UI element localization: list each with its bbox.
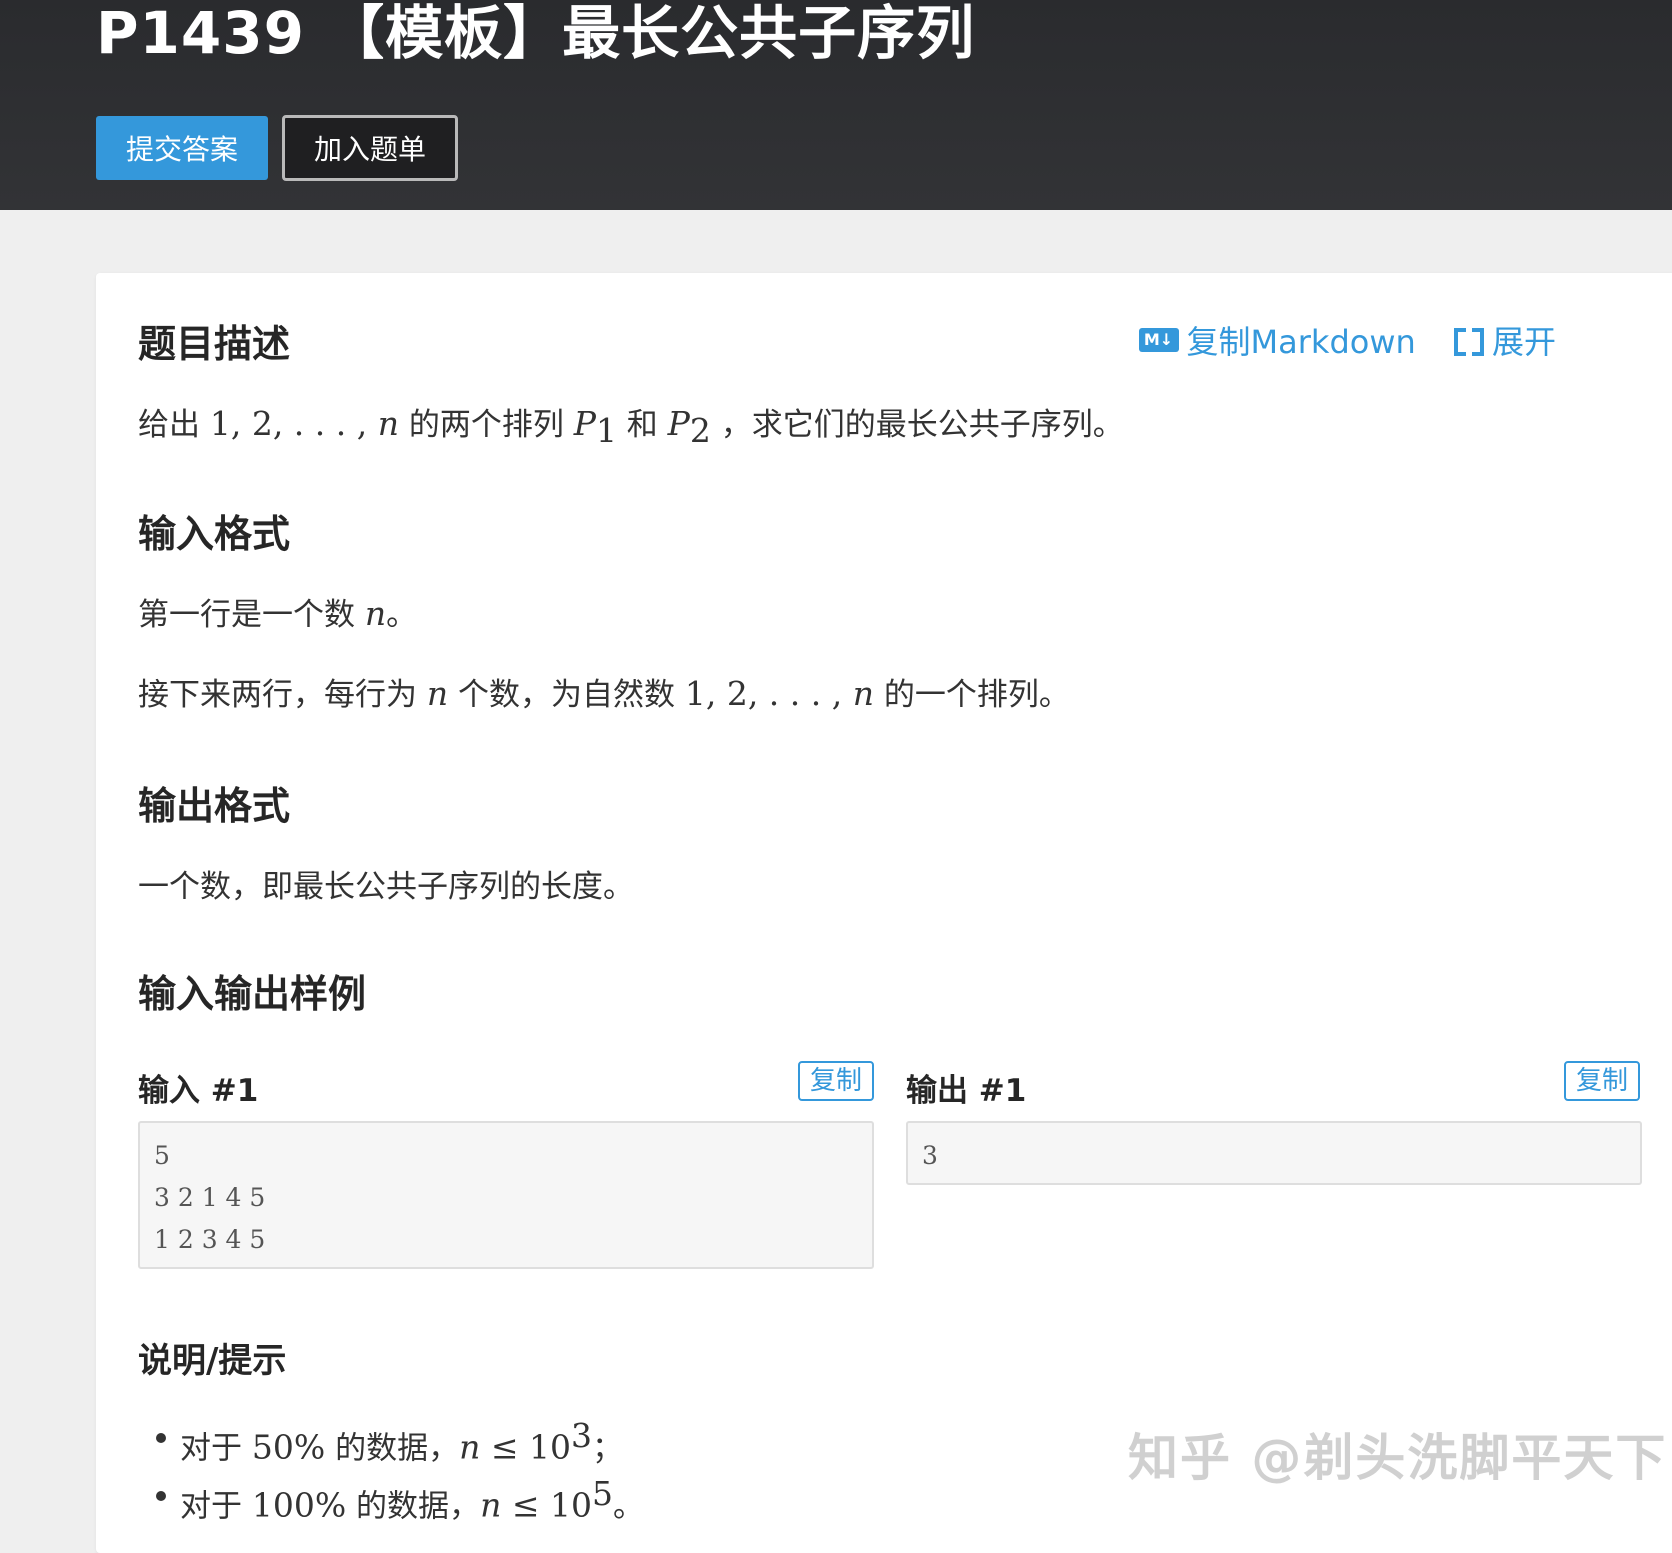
expand-icon [1453, 328, 1484, 356]
hint-1-var: n [459, 1427, 481, 1467]
copy-input-button[interactable]: 复制 [798, 1061, 875, 1101]
problem-header: P1439 【模板】最长公共子序列 提交答案 加入题单 [0, 0, 1672, 210]
hint-1-op: ≤ 10 [480, 1427, 571, 1467]
add-to-list-button[interactable]: 加入题单 [282, 115, 458, 181]
if-text-2b: 个数，为自然数 [448, 677, 685, 713]
problem-toolbar: M↓ 复制Markdown 展开 [1138, 317, 1556, 363]
hint-1-end: ； [591, 1430, 623, 1467]
output-format-heading: 输出格式 [138, 784, 291, 828]
hint-heading: 说明/提示 [138, 1341, 287, 1381]
if-text-2c: 的一个排列。 [873, 677, 1070, 713]
hint-2-end: 。 [612, 1488, 644, 1525]
sample-output-label: 输出 #1 [906, 1073, 1027, 1109]
submit-answer-button[interactable]: 提交答案 [96, 116, 268, 180]
expand-link[interactable]: 展开 [1426, 319, 1556, 361]
description-heading: 题目描述 [138, 322, 291, 366]
if-math-seq: 1, 2, . . . , [684, 674, 853, 713]
hint-2-var: n [480, 1485, 502, 1525]
problem-title: P1439 【模板】最长公共子序列 [96, 0, 976, 67]
markdown-icon: M↓ [1138, 328, 1179, 352]
copy-markdown-label: 复制Markdown [1186, 323, 1416, 361]
samples-heading: 输入输出样例 [138, 972, 367, 1016]
zhihu-watermark: 知乎 @剃头洗脚平天下 [1128, 1429, 1668, 1487]
if-text-1-end: 。 [386, 597, 418, 633]
hint-item-1: 对于 50% 的数据，n ≤ 103； [136, 1407, 644, 1467]
hint-2-pct: 100% [251, 1485, 347, 1525]
hint-list: 对于 50% 的数据，n ≤ 103； 对于 100% 的数据，n ≤ 105。 [136, 1407, 644, 1525]
hint-1-text-a: 对于 [180, 1430, 252, 1467]
desc-math-sub1: 1 [595, 411, 617, 451]
desc-text-2: 的两个排列 [399, 407, 574, 443]
output-format-text: 一个数，即最长公共子序列的长度。 [138, 869, 634, 905]
expand-label: 展开 [1491, 323, 1556, 361]
hint-1-exp: 3 [570, 1416, 592, 1455]
input-format-heading: 输入格式 [138, 512, 291, 556]
if-var-n-2: n [426, 674, 449, 713]
desc-math-p2: P [667, 404, 690, 443]
description-text: 给出 1, 2, . . . , n 的两个排列 P1 和 P2 ，求它们的最长… [138, 399, 1124, 450]
problem-card: M↓ 复制Markdown 展开 题目描述 给出 1, 2, . . . , n … [96, 273, 1672, 1553]
hint-1-text-b: 的数据， [325, 1430, 460, 1467]
if-text-1: 第一行是一个数 [138, 597, 365, 633]
desc-math-p1: P [573, 404, 596, 443]
hint-1-pct: 50% [251, 1427, 326, 1467]
hint-2-text-a: 对于 [180, 1488, 252, 1525]
desc-math-n: n [377, 404, 399, 443]
hint-2-text-b: 的数据， [346, 1488, 481, 1525]
hint-item-2: 对于 100% 的数据，n ≤ 105。 [136, 1465, 644, 1525]
sample-input-box[interactable]: 5 3 2 1 4 5 1 2 3 4 5 [138, 1121, 874, 1269]
input-format-line-2: 接下来两行，每行为 n 个数，为自然数 1, 2, . . . , n 的一个排… [138, 669, 1070, 714]
if-var-n: n [364, 594, 387, 633]
input-format-line-1: 第一行是一个数 n。 [138, 589, 417, 634]
sample-input-label: 输入 #1 [138, 1073, 259, 1109]
desc-text-4: ，求它们的最长公共子序列。 [710, 407, 1124, 443]
sample-output-box[interactable]: 3 [906, 1121, 1642, 1185]
desc-math-seq: 1, 2, . . . , [209, 404, 378, 443]
copy-markdown-link[interactable]: M↓ 复制Markdown [1138, 319, 1426, 361]
if-text-2a: 接下来两行，每行为 [138, 677, 427, 713]
hint-2-op: ≤ 10 [501, 1485, 592, 1525]
desc-text-3: 和 [616, 407, 668, 443]
if-var-n-3: n [852, 674, 874, 713]
hint-2-exp: 5 [591, 1474, 613, 1513]
desc-text-1: 给出 [138, 407, 210, 443]
desc-math-sub2: 2 [689, 411, 711, 451]
copy-output-button[interactable]: 复制 [1564, 1061, 1641, 1101]
